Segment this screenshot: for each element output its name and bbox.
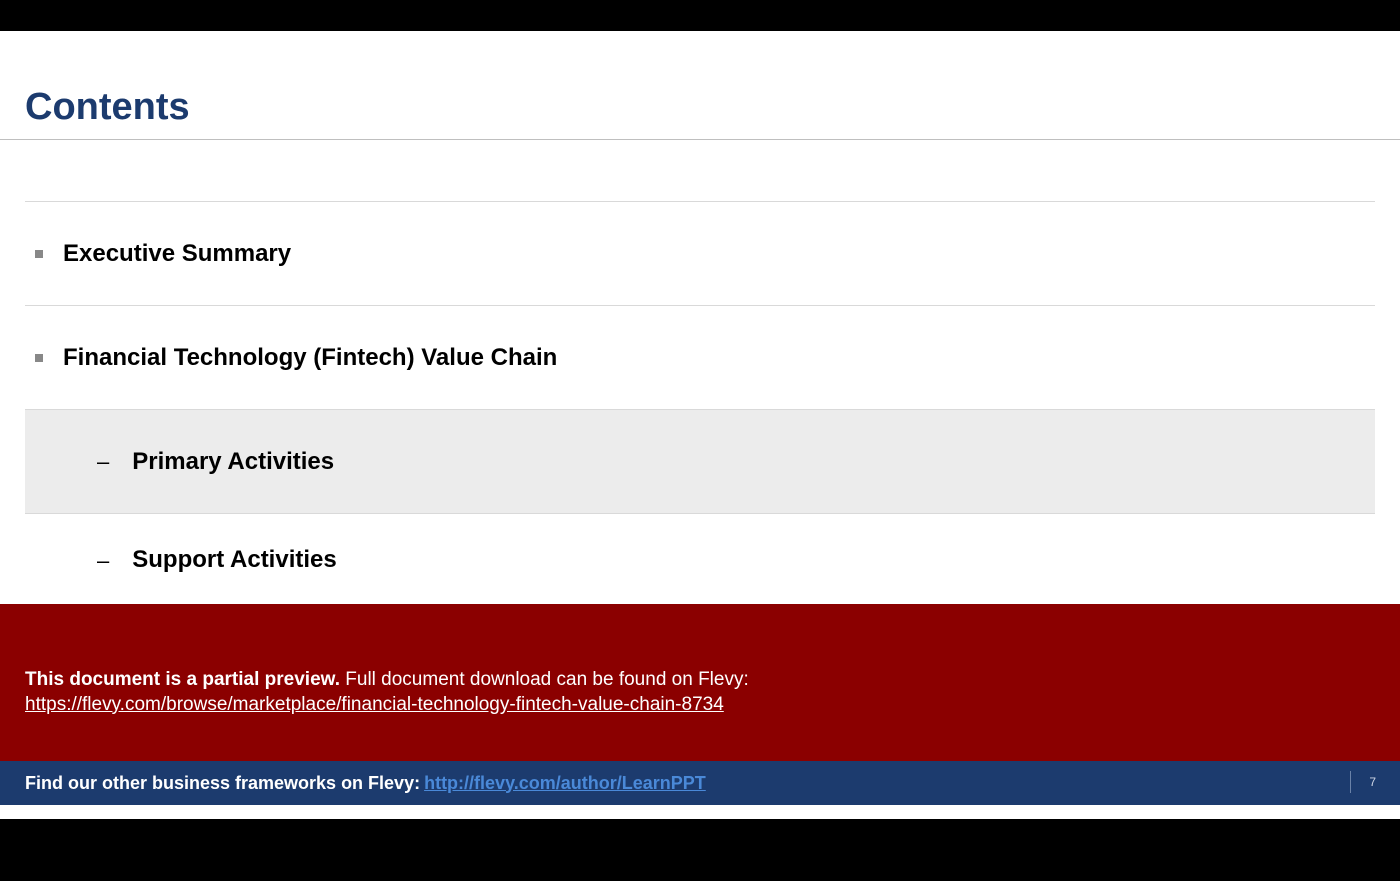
toc-item-label: Executive Summary [63, 240, 291, 268]
spacer-row [25, 140, 1375, 202]
toc-item-fintech-value-chain: Financial Technology (Fintech) Value Cha… [25, 306, 1375, 410]
toc-item-executive-summary: Executive Summary [25, 202, 1375, 306]
footer-text: Find our other business frameworks on Fl… [25, 773, 420, 794]
preview-bold-text: This document is a partial preview. [25, 669, 340, 690]
page-title: Contents [25, 86, 1375, 129]
page-number: 7 [1350, 771, 1376, 793]
toc-subitem-support-activities: – Support Activities [25, 514, 1375, 574]
toc-subitem-primary-activities: – Primary Activities [25, 410, 1375, 514]
toc-content: Executive Summary Financial Technology (… [0, 140, 1400, 574]
toc-item-label: Financial Technology (Fintech) Value Cha… [63, 344, 557, 372]
toc-subitem-label: Support Activities [132, 546, 336, 574]
title-area: Contents [0, 31, 1400, 140]
toc-subitem-label: Primary Activities [132, 448, 334, 476]
dash-bullet-icon: – [97, 449, 108, 475]
preview-link[interactable]: https://flevy.com/browse/marketplace/fin… [25, 694, 724, 715]
preview-banner: This document is a partial preview. Full… [0, 604, 1400, 762]
dash-bullet-icon: – [97, 548, 108, 574]
preview-rest-text: Full document download can be found on F… [340, 669, 749, 690]
footer-link[interactable]: http://flevy.com/author/LearnPPT [424, 773, 706, 794]
square-bullet-icon [35, 250, 43, 258]
slide: Contents Executive Summary Financial Tec… [0, 31, 1400, 819]
footer-bar: Find our other business frameworks on Fl… [0, 761, 1400, 805]
preview-text-line: This document is a partial preview. Full… [25, 668, 1375, 693]
square-bullet-icon [35, 354, 43, 362]
